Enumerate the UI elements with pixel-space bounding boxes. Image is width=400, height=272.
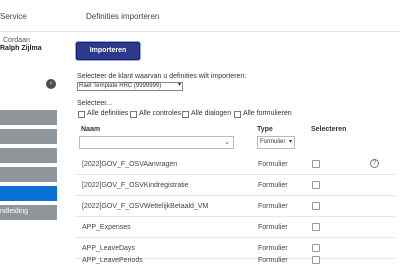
chevron-down-icon: ▾ xyxy=(288,139,292,145)
sidebar-item-3[interactable] xyxy=(0,148,57,163)
checkbox-label: Alle dialogen xyxy=(191,110,232,117)
checkbox-alle-dialogen[interactable] xyxy=(182,111,189,118)
sidebar-item-2[interactable] xyxy=(0,129,57,144)
row-type: Formulier xyxy=(258,161,288,168)
type-filter-value: Formulier xyxy=(260,139,286,145)
checkbox-label: Alle formulieren xyxy=(243,110,292,117)
chevron-left-icon[interactable]: ‹ xyxy=(46,79,56,89)
row-type: Formulier xyxy=(258,257,288,264)
sidebar: Cordaan Ralph Zijlma ‹ ndleiding xyxy=(0,33,57,272)
column-header-selecteren: Selecteren xyxy=(311,126,347,133)
table-row[interactable]: [2022]GOV_F_OSVWettelijkBetaald_VM Formu… xyxy=(75,196,395,217)
top-bar: Service Definities importeren xyxy=(0,0,400,32)
checkbox-alle-formulieren[interactable] xyxy=(234,111,241,118)
column-header-naam[interactable]: Naam xyxy=(81,126,100,133)
row-select-checkbox[interactable] xyxy=(312,256,320,264)
select-label: Selecteer... xyxy=(77,100,113,107)
table-row[interactable]: APP_Expenses Formulier xyxy=(75,217,395,238)
client-select-label: Selecteer de klant waarvan u definities … xyxy=(77,73,247,80)
user-name: Ralph Zijlma xyxy=(0,45,42,52)
question-circle-icon[interactable]: ? xyxy=(370,159,379,168)
client-select[interactable]: Raet Template HRC (9999999) xyxy=(77,82,183,91)
main-content: Importeren Selecteer de klant waarvan u … xyxy=(57,33,400,272)
tab-service[interactable]: Service xyxy=(0,12,27,21)
chevron-down-icon[interactable]: ⌄ xyxy=(224,138,230,146)
row-name: [2022]GOV_F_OSVWettelijkBetaald_VM xyxy=(82,203,209,210)
row-select-checkbox[interactable] xyxy=(312,223,320,231)
sidebar-item-1[interactable] xyxy=(0,110,57,125)
table-row[interactable]: [2022]GOV_F_OSVAanvragen Formulier ? xyxy=(75,154,395,175)
row-type: Formulier xyxy=(258,224,288,231)
checkbox-label: Alle controles xyxy=(139,110,182,117)
tab-definities-importeren[interactable]: Definities importeren xyxy=(86,12,159,21)
row-select-checkbox[interactable] xyxy=(312,202,320,210)
row-name: APP_Expenses xyxy=(82,224,131,231)
import-button[interactable]: Importeren xyxy=(76,42,140,60)
sidebar-item-active[interactable] xyxy=(0,186,57,201)
sidebar-item-label: ndleiding xyxy=(0,208,29,215)
column-header-type[interactable]: Type xyxy=(257,126,273,133)
checkbox-alle-definities[interactable] xyxy=(78,111,85,118)
row-name: [2022]GOV_F_OSVKindregistratie xyxy=(82,182,189,189)
row-type: Formulier xyxy=(258,182,288,189)
table-row[interactable]: [2022]GOV_F_OSVKindregistratie Formulier xyxy=(75,175,395,196)
sidebar-item-handleiding[interactable]: ndleiding xyxy=(0,205,57,220)
row-type: Formulier xyxy=(258,203,288,210)
organization-name: Cordaan xyxy=(3,37,30,44)
row-name: [2022]GOV_F_OSVAanvragen xyxy=(82,161,178,168)
name-filter-input[interactable]: ⌄ xyxy=(79,136,234,149)
row-select-checkbox[interactable] xyxy=(312,181,320,189)
type-filter-select[interactable]: Formulier ▾ xyxy=(257,136,295,149)
row-select-checkbox[interactable] xyxy=(312,160,320,168)
sidebar-item-4[interactable] xyxy=(0,167,57,182)
table-row[interactable]: APP_LeavePeriods Formulier xyxy=(75,250,395,271)
checkbox-label: Alle definities xyxy=(87,110,129,117)
row-name: APP_LeavePeriods xyxy=(82,257,143,264)
checkbox-alle-controles[interactable] xyxy=(130,111,137,118)
